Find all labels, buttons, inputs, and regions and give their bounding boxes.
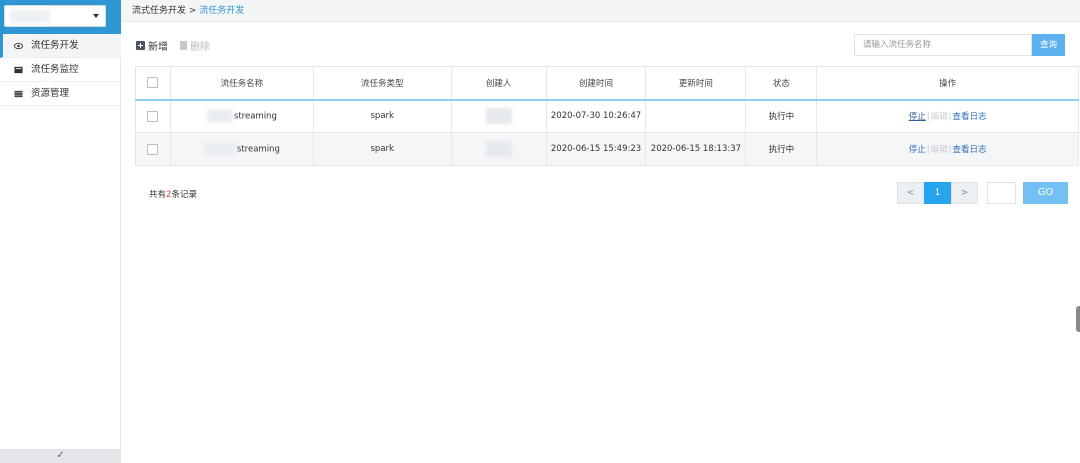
redacted-prefix (206, 110, 233, 123)
update-time: 2020-06-15 18:13:37 (645, 132, 747, 166)
total-prefix: 共有 (149, 190, 167, 200)
next-page-button[interactable]: > (951, 182, 978, 204)
delete-label: 删除 (190, 41, 210, 53)
creator-redacted (485, 108, 512, 125)
column-header: 状态 (745, 66, 818, 100)
stream-task-table: 流任务名称 流任务类型 创建人 创建时间 更新时间 状态 操作 streamin… (135, 66, 1079, 166)
creator-cell (451, 132, 547, 166)
status: 执行中 (745, 132, 818, 166)
breadcrumb-current: 流任务开发 (199, 6, 245, 16)
task-name: streaming (233, 111, 277, 122)
redacted-prefix (203, 143, 236, 155)
task-type: spark (313, 99, 452, 133)
monitor-icon (14, 66, 23, 74)
sidebar: 流任务开发 流任务监控 资源管理 ✓ (0, 0, 121, 463)
prev-page-button[interactable]: < (897, 182, 924, 204)
select-all-cell (135, 66, 171, 100)
sidebar-item-stream-monitor[interactable]: 流任务监控 (0, 58, 121, 82)
ops-separator: | (926, 112, 930, 123)
add-label: 新增 (148, 41, 168, 53)
page-1-button[interactable]: 1 (924, 182, 951, 204)
row-checkbox[interactable] (147, 110, 159, 122)
breadcrumb-separator: > (186, 6, 200, 16)
status: 执行中 (745, 99, 818, 133)
task-name: streaming (236, 144, 280, 155)
scroll-handle[interactable] (1076, 306, 1080, 332)
operations-cell: 停止|编辑|查看日志 (816, 132, 1079, 166)
sidebar-item-resource[interactable]: 资源管理 (0, 82, 121, 106)
row-select-cell (135, 99, 171, 133)
edit-link[interactable]: 编辑 (931, 145, 948, 155)
collapse-icon: ✓ (56, 450, 65, 461)
record-count: 共有2条记录 (149, 188, 197, 200)
add-button[interactable]: 新增 (136, 38, 168, 53)
task-type: spark (313, 132, 452, 166)
row-checkbox[interactable] (147, 143, 159, 155)
plus-icon (136, 40, 145, 50)
creator-cell (451, 99, 547, 133)
search-button[interactable]: 查询 (1032, 34, 1065, 56)
sidebar-collapse-button[interactable]: ✓ (0, 449, 121, 463)
column-header: 流任务类型 (313, 66, 452, 100)
table-row: streaming spark 2020-06-15 15:49:23 2020… (135, 132, 1079, 166)
update-time (645, 99, 747, 133)
sidebar-item-label: 资源管理 (31, 88, 70, 99)
project-name-redacted (10, 10, 50, 23)
view-log-link[interactable]: 查看日志 (953, 112, 987, 122)
creator-redacted (485, 141, 512, 157)
stop-link[interactable]: 停止 (909, 112, 926, 122)
column-header: 更新时间 (645, 66, 747, 100)
breadcrumb-parent[interactable]: 流式任务开发 (132, 6, 186, 16)
toolbar: 新增 删除 (136, 37, 210, 53)
ops-separator: | (948, 145, 952, 155)
column-header: 创建人 (451, 66, 547, 100)
column-header: 流任务名称 (170, 66, 314, 100)
table-row: streaming spark 2020-07-30 10:26:47 执行中 … (135, 99, 1079, 133)
sidebar-item-label: 流任务监控 (31, 64, 79, 75)
ops-separator: | (948, 112, 952, 123)
breadcrumb: 流式任务开发 > 流任务开发 (122, 0, 1080, 22)
total-suffix: 条记录 (171, 190, 197, 200)
task-name-cell[interactable]: streaming (170, 99, 314, 133)
chevron-down-icon (93, 14, 99, 18)
task-name-cell[interactable]: streaming (170, 132, 314, 166)
ops-separator: | (926, 145, 930, 155)
create-time: 2020-06-15 15:49:23 (546, 132, 647, 166)
create-time: 2020-07-30 10:26:47 (546, 99, 647, 133)
sidebar-item-stream-dev[interactable]: 流任务开发 (0, 34, 121, 58)
storage-icon (14, 90, 23, 98)
select-all-checkbox[interactable] (147, 77, 159, 89)
sidebar-header (0, 0, 121, 34)
eye-icon (14, 42, 23, 50)
operations-cell: 停止|编辑|查看日志 (816, 99, 1079, 133)
edit-link[interactable]: 编辑 (931, 112, 948, 122)
column-header: 创建时间 (546, 66, 647, 100)
table-header-row: 流任务名称 流任务类型 创建人 创建时间 更新时间 状态 操作 (135, 66, 1079, 100)
view-log-link[interactable]: 查看日志 (953, 145, 987, 155)
project-select[interactable] (4, 5, 106, 27)
row-select-cell (135, 132, 171, 166)
trash-icon (180, 40, 187, 50)
page-jump-input[interactable] (987, 182, 1016, 204)
column-header: 操作 (816, 66, 1079, 100)
go-button[interactable]: GO (1023, 182, 1068, 204)
sidebar-item-label: 流任务开发 (31, 40, 79, 51)
search-input[interactable]: 请输入流任务名称 (854, 34, 1032, 56)
sidebar-nav: 流任务开发 流任务监控 资源管理 (0, 34, 121, 106)
delete-button[interactable]: 删除 (180, 38, 210, 53)
stop-link[interactable]: 停止 (909, 145, 926, 155)
